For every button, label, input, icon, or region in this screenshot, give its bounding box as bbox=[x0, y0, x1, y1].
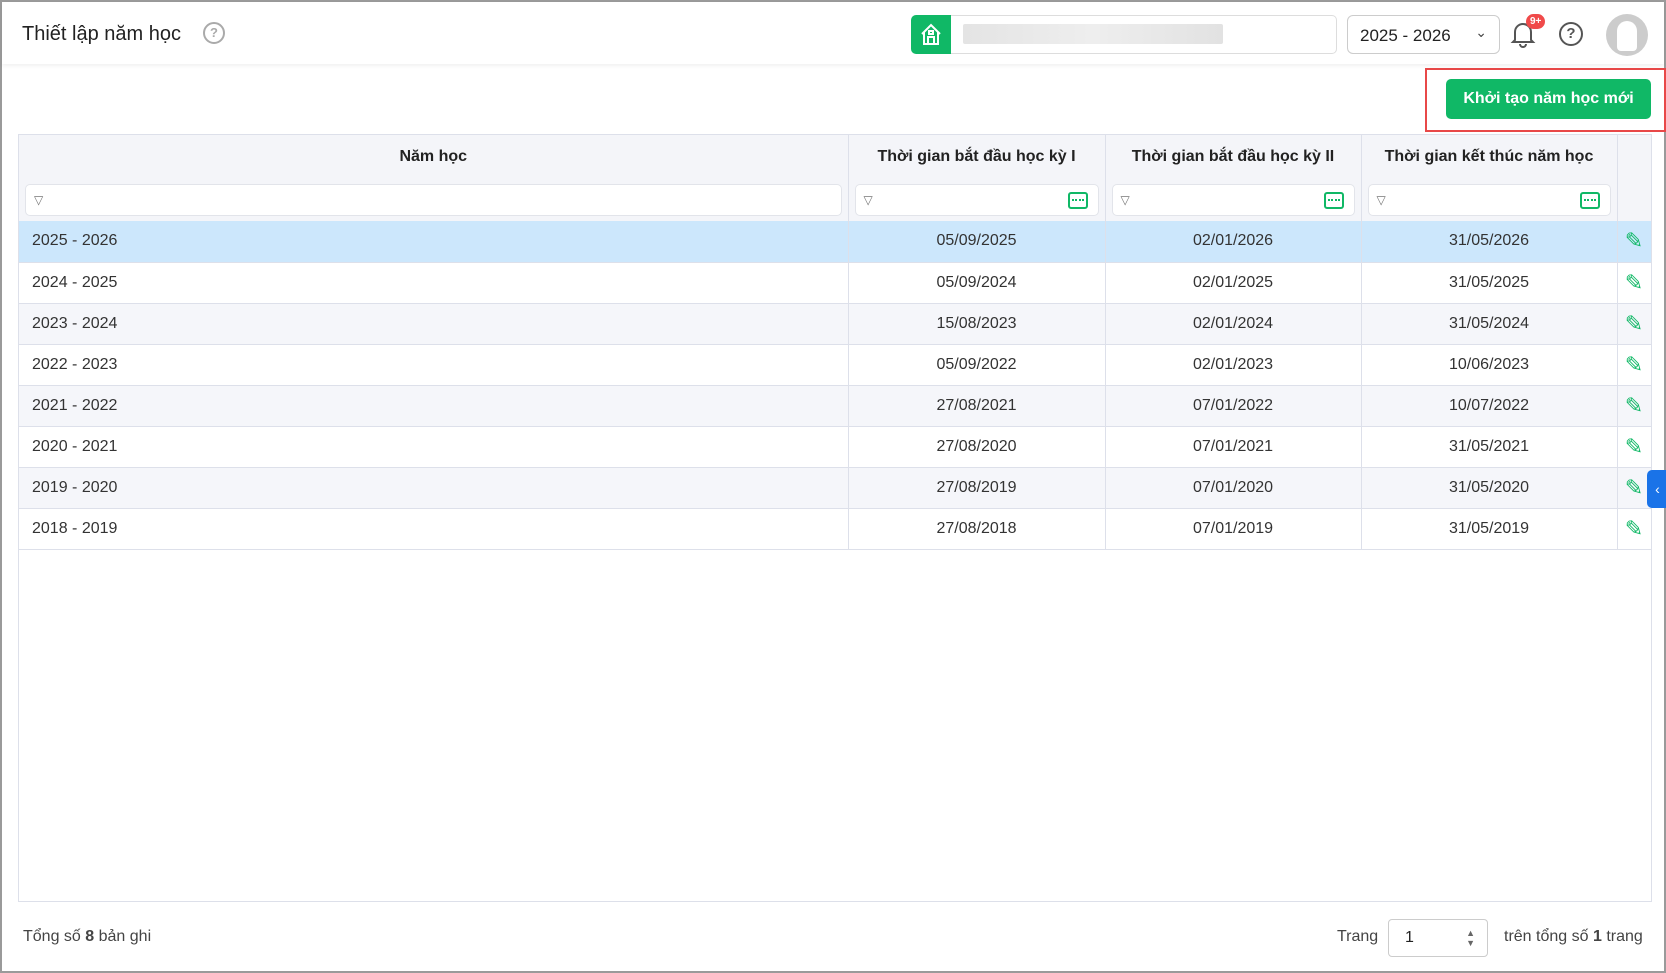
table-cell: 27/08/2021 bbox=[848, 385, 1106, 427]
page-label: Trang bbox=[1337, 928, 1379, 945]
calendar-icon[interactable] bbox=[1579, 191, 1600, 209]
edit-cell: ✎ bbox=[1617, 262, 1652, 304]
table-row[interactable]: 2019 - 2020 27/08/2019 07/01/2020 31/05/202… bbox=[19, 467, 1652, 509]
table-cell: 07/01/2021 bbox=[1105, 426, 1362, 468]
edit-pencil-icon[interactable]: ✎ bbox=[1625, 270, 1643, 295]
table-cell: 2020 - 2021 bbox=[19, 426, 849, 468]
spinner-arrows-icon[interactable]: ▲ ▼ bbox=[1466, 928, 1475, 948]
column-header-year: Năm học bbox=[19, 135, 849, 178]
table-cell: 07/01/2019 bbox=[1105, 508, 1362, 550]
record-count: Tổng số 8 bản ghi bbox=[23, 928, 152, 945]
table-cell: 05/09/2022 bbox=[848, 344, 1106, 386]
year-select[interactable]: 2025 - 2026 ⌄ bbox=[1347, 15, 1500, 54]
help-circle-icon[interactable]: ? bbox=[203, 22, 225, 44]
help-icon[interactable]: ? bbox=[1559, 22, 1583, 46]
edit-pencil-icon[interactable]: ✎ bbox=[1625, 475, 1643, 500]
table-cell: 27/08/2020 bbox=[848, 426, 1106, 468]
table-row[interactable]: 2023 - 2024 15/08/2023 02/01/2024 31/05/202… bbox=[19, 303, 1652, 345]
edit-pencil-icon[interactable]: ✎ bbox=[1625, 228, 1643, 253]
edit-cell: ✎ bbox=[1617, 467, 1652, 509]
table-cell: 2018 - 2019 bbox=[19, 508, 849, 550]
avatar[interactable] bbox=[1606, 14, 1648, 56]
top-bar: Thiết lập năm học ? 2025 - 2026 ⌄ 9+ ? bbox=[2, 2, 1664, 64]
filter-icon: ▽ bbox=[863, 192, 873, 207]
calendar-icon[interactable] bbox=[1067, 191, 1088, 209]
filter-term2-input[interactable]: ▽ bbox=[1111, 183, 1355, 216]
column-header-year-end: Thời gian kết thúc năm học bbox=[1361, 135, 1618, 178]
filter-term1-input[interactable]: ▽ bbox=[854, 183, 1099, 216]
column-header-term2-start: Thời gian bắt đầu học kỳ II bbox=[1105, 135, 1362, 178]
home-button[interactable] bbox=[911, 15, 951, 54]
table-cell: 27/08/2019 bbox=[848, 467, 1106, 509]
table-row[interactable]: 2025 - 2026 05/09/2025 02/01/2026 31/05/202… bbox=[19, 221, 1652, 263]
table-cell: 31/05/2019 bbox=[1361, 508, 1618, 550]
table-cell: 10/06/2023 bbox=[1361, 344, 1618, 386]
table-cell: 31/05/2024 bbox=[1361, 303, 1618, 345]
table-cell: 31/05/2021 bbox=[1361, 426, 1618, 468]
edit-pencil-icon[interactable]: ✎ bbox=[1625, 516, 1643, 541]
edit-cell: ✎ bbox=[1617, 303, 1652, 345]
table-cell: 07/01/2020 bbox=[1105, 467, 1362, 509]
edit-pencil-icon[interactable]: ✎ bbox=[1625, 352, 1643, 377]
edit-cell: ✎ bbox=[1617, 221, 1652, 263]
table-cell: 2025 - 2026 bbox=[19, 221, 849, 263]
table-row[interactable]: 2018 - 2019 27/08/2018 07/01/2019 31/05/201… bbox=[19, 508, 1652, 550]
table-row[interactable]: 2021 - 2022 27/08/2021 07/01/2022 10/07/202… bbox=[19, 385, 1652, 427]
edit-pencil-icon[interactable]: ✎ bbox=[1625, 311, 1643, 336]
notification-badge: 9+ bbox=[1526, 14, 1546, 29]
create-new-year-button[interactable]: Khởi tạo năm học mới bbox=[1446, 79, 1651, 119]
chevron-down-icon: ⌄ bbox=[1475, 24, 1487, 40]
edit-cell: ✎ bbox=[1617, 344, 1652, 386]
column-header-term1-start: Thời gian bắt đầu học kỳ I bbox=[848, 135, 1106, 178]
school-search-input[interactable] bbox=[951, 15, 1337, 54]
table-cell: 02/01/2023 bbox=[1105, 344, 1362, 386]
table-cell: 10/07/2022 bbox=[1361, 385, 1618, 427]
home-icon bbox=[921, 23, 941, 45]
edit-cell: ✎ bbox=[1617, 385, 1652, 427]
filter-icon: ▽ bbox=[1120, 192, 1130, 207]
edit-cell: ✎ bbox=[1617, 508, 1652, 550]
edit-pencil-icon[interactable]: ✎ bbox=[1625, 393, 1643, 418]
redacted-school-name bbox=[963, 24, 1223, 44]
page-total: trên tổng số 1 trang bbox=[1504, 928, 1643, 945]
table-cell: 05/09/2025 bbox=[848, 221, 1106, 263]
page-number-input[interactable]: 1 ▲ ▼ bbox=[1388, 919, 1488, 957]
table-cell: 2019 - 2020 bbox=[19, 467, 849, 509]
table-cell: 2022 - 2023 bbox=[19, 344, 849, 386]
table-cell: 31/05/2026 bbox=[1361, 221, 1618, 263]
edit-cell: ✎ bbox=[1617, 426, 1652, 468]
calendar-icon[interactable] bbox=[1323, 191, 1344, 209]
filter-end-input[interactable]: ▽ bbox=[1367, 183, 1611, 216]
page-title: Thiết lập năm học bbox=[22, 23, 181, 45]
filter-year-input[interactable]: ▽ bbox=[25, 183, 842, 216]
table-row[interactable]: 2024 - 2025 05/09/2024 02/01/2025 31/05/202… bbox=[19, 262, 1652, 304]
side-panel-toggle[interactable]: ‹ bbox=[1647, 470, 1666, 508]
table-cell: 02/01/2025 bbox=[1105, 262, 1362, 304]
filter-icon: ▽ bbox=[34, 192, 44, 207]
table-cell: 2023 - 2024 bbox=[19, 303, 849, 345]
table-cell: 2024 - 2025 bbox=[19, 262, 849, 304]
table-row[interactable]: 2020 - 2021 27/08/2020 07/01/2021 31/05/202… bbox=[19, 426, 1652, 468]
edit-pencil-icon[interactable]: ✎ bbox=[1625, 434, 1643, 459]
table-cell: 02/01/2024 bbox=[1105, 303, 1362, 345]
table-row[interactable]: 2022 - 2023 05/09/2022 02/01/2023 10/06/202… bbox=[19, 344, 1652, 386]
table-cell: 27/08/2018 bbox=[848, 508, 1106, 550]
table-cell: 31/05/2025 bbox=[1361, 262, 1618, 304]
table-cell: 15/08/2023 bbox=[848, 303, 1106, 345]
filter-icon: ▽ bbox=[1376, 192, 1386, 207]
table-cell: 05/09/2024 bbox=[848, 262, 1106, 304]
table-cell: 2021 - 2022 bbox=[19, 385, 849, 427]
table-cell: 02/01/2026 bbox=[1105, 221, 1362, 263]
table-cell: 07/01/2022 bbox=[1105, 385, 1362, 427]
table-cell: 31/05/2020 bbox=[1361, 467, 1618, 509]
column-header-actions bbox=[1617, 135, 1652, 178]
school-year-table: Năm học Thời gian bắt đầu học kỳ I Thời … bbox=[18, 134, 1652, 902]
year-select-value: 2025 - 2026 bbox=[1360, 26, 1451, 45]
